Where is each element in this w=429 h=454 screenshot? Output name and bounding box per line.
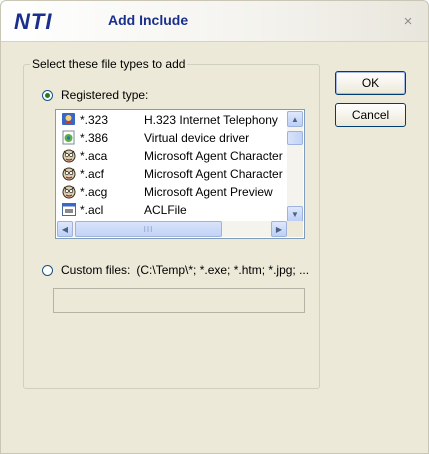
agent-icon	[61, 166, 77, 181]
file-type-extension: *.acg	[80, 184, 108, 199]
agent-icon	[61, 184, 77, 199]
group-legend: Select these file types to add	[32, 57, 186, 71]
driver-icon	[61, 130, 77, 145]
file-type-row[interactable]: *.323 H.323 Internet Telephony	[57, 111, 286, 128]
file-type-extension: *.acl	[80, 202, 104, 217]
file-type-extension: *.386	[80, 130, 109, 145]
file-type-description: Microsoft Agent Character	[144, 148, 283, 163]
registered-type-option[interactable]: Registered type:	[42, 88, 148, 102]
vertical-scrollbar[interactable]: ▲ ▼	[287, 111, 303, 222]
cancel-button[interactable]: Cancel	[335, 103, 406, 127]
add-include-dialog: NTI Add Include × Select these file type…	[0, 0, 429, 454]
scrollbar-corner	[287, 221, 303, 237]
custom-files-input[interactable]	[53, 288, 305, 313]
custom-files-radio[interactable]	[42, 264, 53, 276]
file-type-description: Microsoft Agent Preview	[144, 184, 273, 199]
registered-type-radio[interactable]	[42, 89, 53, 101]
vertical-scroll-thumb[interactable]	[287, 131, 303, 145]
file-type-description: ACLFile	[144, 202, 187, 217]
horizontal-scrollbar[interactable]: ◀ III ▶	[57, 221, 287, 237]
scroll-right-button[interactable]: ▶	[271, 221, 287, 237]
file-type-description: Microsoft Agent Character	[144, 166, 283, 181]
agent-icon	[61, 148, 77, 163]
file-type-extension: *.acf	[80, 166, 105, 181]
horizontal-scroll-thumb[interactable]: III	[75, 221, 222, 237]
scroll-left-button[interactable]: ◀	[57, 221, 73, 237]
file-type-row[interactable]: *.acg Microsoft Agent Preview	[57, 183, 286, 200]
close-icon[interactable]: ×	[401, 14, 415, 29]
dialog-title: Add Include	[108, 12, 189, 28]
ok-button[interactable]: OK	[335, 71, 406, 95]
registered-type-label: Registered type:	[61, 88, 149, 102]
file-type-description: H.323 Internet Telephony	[144, 112, 278, 127]
nti-logo: NTI	[14, 9, 53, 34]
title-bar[interactable]: NTI Add Include ×	[1, 1, 428, 42]
custom-files-option[interactable]: Custom files: (C:\Temp\*; *.exe; *.htm; …	[42, 263, 309, 277]
file-type-row[interactable]: *.aca Microsoft Agent Character	[57, 147, 286, 164]
file-type-extension: *.aca	[80, 148, 108, 163]
file-type-row[interactable]: *.acl ACLFile	[57, 201, 286, 218]
scroll-up-button[interactable]: ▲	[287, 111, 303, 127]
file-type-row[interactable]: *.386 Virtual device driver	[57, 129, 286, 146]
file-type-list[interactable]: *.323 H.323 Internet Telephony *.386 Virtua…	[55, 109, 305, 239]
custom-files-label: Custom files:	[61, 263, 131, 277]
acl-file-icon	[61, 202, 77, 217]
file-type-row[interactable]: *.acf Microsoft Agent Character	[57, 165, 286, 182]
netmeeting-icon	[61, 112, 77, 127]
custom-files-pattern: (C:\Temp\*; *.exe; *.htm; *.jpg; ...	[136, 263, 310, 277]
scroll-down-button[interactable]: ▼	[287, 206, 303, 222]
file-type-extension: *.323	[80, 112, 109, 127]
file-type-description: Virtual device driver	[144, 130, 250, 145]
